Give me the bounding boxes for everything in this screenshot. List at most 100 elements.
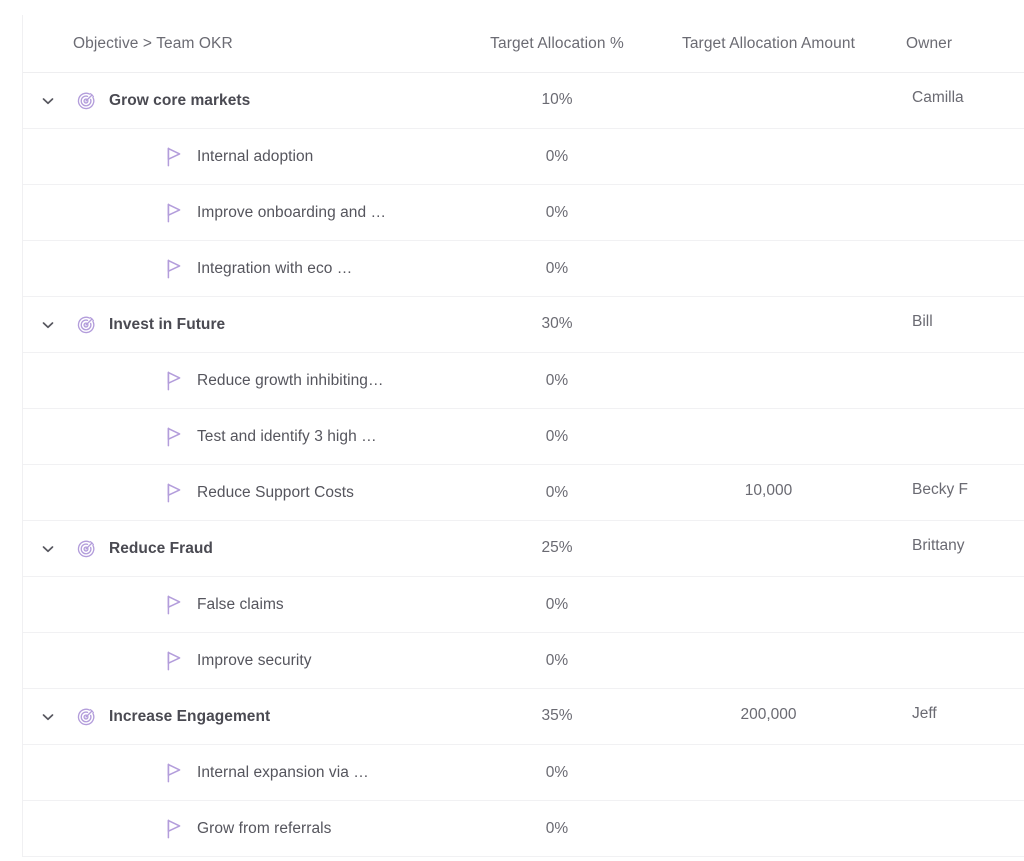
cell-target-allocation-percent[interactable]: 0%: [457, 129, 657, 184]
cell-target-allocation-percent[interactable]: 0%: [457, 353, 657, 408]
objective-name[interactable]: Grow core markets: [109, 92, 250, 110]
cell-target-allocation-amount[interactable]: [657, 353, 880, 408]
objective-name[interactable]: Invest in Future: [109, 316, 225, 334]
objective-row[interactable]: Grow core markets 10% Camilla: [23, 73, 1024, 129]
cell-target-allocation-amount[interactable]: [657, 801, 880, 856]
flag-icon: [165, 370, 189, 392]
cell-owner[interactable]: [880, 185, 1024, 240]
key-result-name[interactable]: Reduce growth inhibiting…: [197, 372, 384, 390]
cell-target-allocation-percent[interactable]: 0%: [457, 241, 657, 296]
key-result-row[interactable]: Grow from referrals 0%: [23, 801, 1024, 857]
key-result-row[interactable]: Reduce Support Costs 0% 10,000 Becky F: [23, 465, 1024, 521]
cell-owner[interactable]: [880, 129, 1024, 184]
cell-target-allocation-percent[interactable]: 25%: [457, 521, 657, 576]
cell-owner[interactable]: [880, 353, 1024, 408]
cell-target-allocation-percent[interactable]: 35%: [457, 689, 657, 744]
cell-owner[interactable]: Bill: [880, 297, 1024, 352]
header-cell-target-amount[interactable]: Target Allocation Amount: [657, 15, 880, 72]
cell-target-allocation-percent[interactable]: 10%: [457, 73, 657, 128]
cell-objective: Increase Engagement: [23, 689, 457, 744]
key-result-row[interactable]: False claims 0%: [23, 577, 1024, 633]
cell-owner[interactable]: [880, 633, 1024, 688]
key-result-name[interactable]: Improve security: [197, 652, 312, 670]
target-allocation-percent-value: 0%: [545, 371, 569, 389]
cell-owner[interactable]: [880, 577, 1024, 632]
header-cell-objective[interactable]: Objective > Team OKR: [23, 15, 457, 72]
cell-target-allocation-amount[interactable]: [657, 745, 880, 800]
target-allocation-percent-value: 0%: [545, 427, 569, 445]
target-icon: [73, 315, 99, 335]
key-result-name[interactable]: Reduce Support Costs: [197, 484, 354, 502]
target-icon: [73, 91, 99, 111]
objective-name[interactable]: Reduce Fraud: [109, 540, 213, 558]
key-result-name[interactable]: Test and identify 3 high …: [197, 428, 377, 446]
cell-target-allocation-amount[interactable]: [657, 633, 880, 688]
key-result-row[interactable]: Test and identify 3 high … 0%: [23, 409, 1024, 465]
cell-owner[interactable]: [880, 241, 1024, 296]
expand-toggle-0[interactable]: [23, 93, 73, 109]
key-result-name[interactable]: Improve onboarding and …: [197, 204, 386, 222]
flag-icon: [165, 146, 189, 168]
cell-target-allocation-amount[interactable]: [657, 297, 880, 352]
cell-target-allocation-percent[interactable]: 0%: [457, 745, 657, 800]
target-icon: [73, 707, 99, 727]
objective-row[interactable]: Increase Engagement 35% 200,000 Jeff: [23, 689, 1024, 745]
cell-target-allocation-percent[interactable]: 0%: [457, 185, 657, 240]
flag-icon: [165, 762, 189, 784]
cell-target-allocation-amount[interactable]: [657, 577, 880, 632]
expand-toggle-11[interactable]: [23, 709, 73, 725]
target-allocation-percent-value: 10%: [541, 90, 573, 108]
key-result-row[interactable]: Improve onboarding and … 0%: [23, 185, 1024, 241]
cell-target-allocation-amount[interactable]: 10,000: [657, 465, 880, 520]
flag-icon: [165, 482, 189, 504]
key-result-name[interactable]: False claims: [197, 596, 284, 614]
cell-target-allocation-percent[interactable]: 30%: [457, 297, 657, 352]
target-allocation-percent-value: 0%: [545, 147, 569, 165]
target-allocation-percent-value: 35%: [541, 706, 573, 724]
objective-row[interactable]: Reduce Fraud 25% Brittany: [23, 521, 1024, 577]
cell-target-allocation-percent[interactable]: 0%: [457, 633, 657, 688]
target-allocation-percent-value: 0%: [545, 651, 569, 669]
key-result-row[interactable]: Integration with eco … 0%: [23, 241, 1024, 297]
cell-target-allocation-amount[interactable]: [657, 129, 880, 184]
cell-target-allocation-percent[interactable]: 0%: [457, 465, 657, 520]
cell-target-allocation-amount[interactable]: [657, 409, 880, 464]
cell-owner[interactable]: [880, 745, 1024, 800]
header-cell-owner[interactable]: Owner: [880, 15, 1024, 72]
target-allocation-percent-value: 0%: [545, 763, 569, 781]
cell-owner[interactable]: Camilla: [880, 73, 1024, 128]
target-allocation-percent-value: 0%: [545, 203, 569, 221]
owner-value: Brittany: [912, 536, 965, 554]
key-result-name[interactable]: Grow from referrals: [197, 820, 331, 838]
cell-owner[interactable]: Becky F: [880, 465, 1024, 520]
cell-target-allocation-percent[interactable]: 0%: [457, 409, 657, 464]
key-result-row[interactable]: Internal adoption 0%: [23, 129, 1024, 185]
cell-target-allocation-amount[interactable]: [657, 73, 880, 128]
expand-toggle-8[interactable]: [23, 541, 73, 557]
key-result-row[interactable]: Internal expansion via … 0%: [23, 745, 1024, 801]
key-result-row[interactable]: Improve security 0%: [23, 633, 1024, 689]
cell-target-allocation-percent[interactable]: 0%: [457, 801, 657, 856]
key-result-name[interactable]: Internal adoption: [197, 148, 313, 166]
cell-objective: Integration with eco …: [23, 241, 457, 296]
cell-target-allocation-amount[interactable]: [657, 185, 880, 240]
key-result-name[interactable]: Internal expansion via …: [197, 764, 369, 782]
cell-owner[interactable]: Jeff: [880, 689, 1024, 744]
cell-owner[interactable]: Brittany: [880, 521, 1024, 576]
chevron-down-icon: [40, 709, 56, 725]
chevron-down-icon: [40, 93, 56, 109]
cell-target-allocation-amount[interactable]: [657, 521, 880, 576]
cell-owner[interactable]: [880, 801, 1024, 856]
objective-name[interactable]: Increase Engagement: [109, 708, 270, 726]
cell-owner[interactable]: [880, 409, 1024, 464]
key-result-name[interactable]: Integration with eco …: [197, 260, 352, 278]
cell-target-allocation-amount[interactable]: [657, 241, 880, 296]
target-allocation-percent-value: 25%: [541, 538, 573, 556]
header-cell-target-pct[interactable]: Target Allocation %: [457, 15, 657, 72]
table-header-row: Objective > Team OKR Target Allocation %…: [23, 15, 1024, 73]
cell-target-allocation-percent[interactable]: 0%: [457, 577, 657, 632]
objective-row[interactable]: Invest in Future 30% Bill: [23, 297, 1024, 353]
expand-toggle-4[interactable]: [23, 317, 73, 333]
key-result-row[interactable]: Reduce growth inhibiting… 0%: [23, 353, 1024, 409]
cell-target-allocation-amount[interactable]: 200,000: [657, 689, 880, 744]
